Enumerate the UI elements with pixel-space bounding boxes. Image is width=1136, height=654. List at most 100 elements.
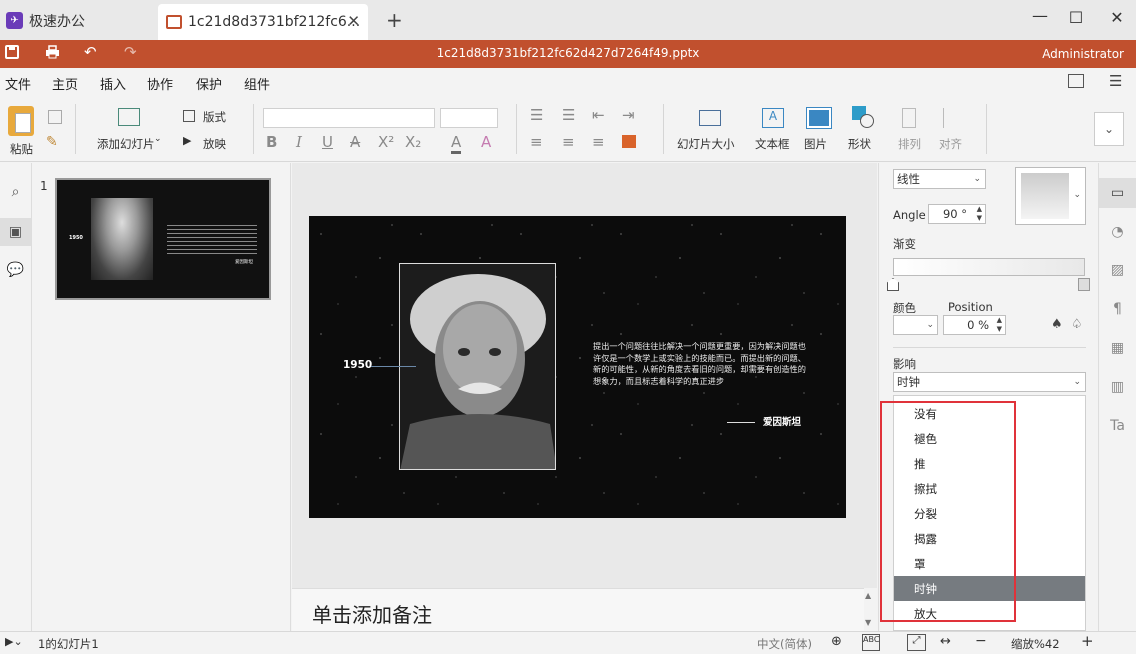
vertical-scrollbar[interactable]: ▲ ▼ (864, 588, 877, 631)
slides-panel-icon[interactable]: ▣ (0, 218, 31, 246)
language[interactable]: 中文(简体) (757, 636, 812, 652)
add-slide-label[interactable]: 添加幻灯片 (97, 136, 155, 152)
position-stepper-icon[interactable]: ▲ ▼ (997, 316, 1002, 334)
notes-placeholder[interactable]: 单击添加备注 (312, 599, 432, 628)
copy-icon[interactable] (48, 110, 62, 124)
highlight-icon[interactable]: A (481, 133, 491, 151)
menu-file[interactable]: 文件 (5, 74, 31, 93)
picture-label[interactable]: 图片 (804, 136, 827, 152)
shape-label[interactable]: 形状 (848, 136, 871, 152)
current-slide[interactable]: 1950 提出一个问题往往比解决一个问题更重要，因为解决问题也许仅是一个数学上或… (309, 216, 846, 518)
undo-icon[interactable]: ↶ (84, 43, 97, 61)
layout-icon[interactable] (183, 110, 195, 122)
search-icon[interactable]: ⌕ (0, 178, 31, 206)
comments-icon[interactable]: 💬 (0, 256, 31, 284)
remove-stop-icon[interactable]: ♤ (1071, 317, 1083, 332)
slideshow-icon[interactable]: ▶⌄ (5, 635, 23, 648)
text-art-settings-icon[interactable]: Ta (1099, 411, 1136, 441)
decrease-indent-icon[interactable]: ⇤ (592, 106, 605, 124)
number-list-icon[interactable]: ☰ (562, 106, 575, 124)
zoom-in-icon[interactable]: + (1081, 632, 1094, 650)
arrange-icon[interactable] (902, 108, 916, 128)
bullet-list-icon[interactable]: ☰ (530, 106, 543, 124)
superscript-icon[interactable]: X² (378, 133, 394, 151)
align-objects-icon[interactable] (943, 108, 963, 128)
italic-icon[interactable]: I (296, 133, 302, 151)
chevron-down-icon[interactable]: ⌄ (154, 134, 162, 144)
slide-size-icon[interactable] (699, 110, 721, 126)
arrange-label[interactable]: 排列 (898, 136, 921, 152)
slide-settings-icon[interactable]: ▭ (1099, 178, 1136, 208)
add-stop-icon[interactable]: ♠ (1051, 317, 1063, 332)
textbox-icon[interactable]: A (762, 108, 784, 128)
angle-stepper-icon[interactable]: ▲ ▼ (977, 205, 982, 223)
layout-label[interactable]: 版式 (203, 109, 226, 125)
strikethrough-icon[interactable]: A (350, 133, 360, 151)
shape-settings-icon[interactable]: ◔ (1099, 217, 1136, 247)
menu-protect[interactable]: 保护 (196, 74, 222, 93)
align-left-icon[interactable]: ≡ (530, 133, 543, 151)
minimize-button[interactable]: — (1025, 6, 1055, 25)
save-icon[interactable] (5, 45, 19, 63)
shape-fill-icon[interactable] (622, 135, 636, 148)
notes-panel[interactable]: 单击添加备注 (292, 588, 864, 631)
position-input[interactable]: 0 % ▲ ▼ (943, 315, 1006, 335)
menu-insert[interactable]: 插入 (100, 74, 126, 93)
bold-icon[interactable]: B (266, 133, 277, 151)
angle-input[interactable]: 90 ° ▲ ▼ (928, 204, 986, 224)
zoom-out-icon[interactable]: − (975, 633, 987, 649)
table-settings-icon[interactable]: ▦ (1099, 333, 1136, 363)
scroll-down-icon[interactable]: ▼ (865, 618, 871, 627)
tab-document[interactable]: 1c21d8d3731bf212fc6... ✕ (158, 4, 368, 40)
tab-home[interactable]: ✈ 极速办公 (0, 5, 150, 36)
gradient-preset-select[interactable]: ⌄ (1015, 167, 1086, 225)
color-picker[interactable]: ⌄ (893, 315, 938, 335)
fit-slide-icon[interactable]: ⤢ (907, 634, 926, 651)
paragraph-spacing-icon[interactable]: ≡ (592, 133, 605, 151)
picture-icon[interactable] (806, 107, 832, 129)
increase-indent-icon[interactable]: ⇥ (622, 106, 635, 124)
fit-width-icon[interactable]: ↔ (940, 634, 951, 649)
new-tab-button[interactable]: + (386, 8, 403, 32)
close-tab-icon[interactable]: ✕ (347, 12, 360, 30)
subscript-icon[interactable]: X₂ (405, 133, 421, 151)
slide-thumbnail[interactable]: 1950 爱因斯坦 (55, 178, 271, 300)
effect-select[interactable]: 时钟 ⌄ (893, 372, 1086, 392)
format-painter-icon[interactable]: ✎ (46, 134, 58, 150)
globe-icon[interactable]: ⊕ (831, 634, 842, 649)
gradient-bar[interactable] (893, 258, 1085, 276)
slide-author[interactable]: 爱因斯坦 (763, 414, 801, 428)
scroll-up-icon[interactable]: ▲ (865, 591, 871, 600)
maximize-button[interactable]: ☐ (1061, 8, 1091, 27)
fill-type-select[interactable]: 线性 ⌄ (893, 169, 986, 189)
collapse-ribbon-button[interactable]: ⌄ (1094, 112, 1124, 146)
add-slide-icon[interactable] (118, 108, 140, 126)
spellcheck-icon[interactable]: ABC (862, 634, 880, 651)
gradient-stop-right[interactable] (1078, 278, 1090, 291)
font-color-icon[interactable]: A (451, 133, 462, 154)
slide-size-label[interactable]: 幻灯片大小 (677, 136, 735, 152)
thumbnail-portrait (91, 198, 153, 280)
menu-home[interactable]: 主页 (52, 74, 79, 98)
slide-quote[interactable]: 提出一个问题往往比解决一个问题更重要，因为解决问题也许仅是一个数学上或实验上的技… (593, 341, 808, 387)
align-label[interactable]: 对齐 (939, 136, 962, 152)
font-size-select[interactable] (440, 108, 498, 128)
open-location-icon[interactable] (1068, 74, 1084, 88)
menu-components[interactable]: 组件 (244, 74, 270, 93)
close-window-button[interactable]: ✕ (1102, 8, 1132, 27)
line-spacing-icon[interactable]: ≡ (562, 133, 575, 151)
paste-icon[interactable] (8, 106, 34, 136)
font-family-select[interactable] (263, 108, 435, 128)
image-settings-icon[interactable]: ▨ (1099, 255, 1136, 285)
einstein-portrait[interactable] (399, 263, 556, 470)
underline-icon[interactable]: U (322, 133, 333, 151)
redo-icon[interactable]: ↷ (124, 43, 137, 61)
play-icon[interactable]: ▶ (183, 134, 191, 147)
play-label[interactable]: 放映 (203, 136, 226, 152)
menu-collaborate[interactable]: 协作 (147, 74, 173, 93)
chart-settings-icon[interactable]: ▥ (1099, 372, 1136, 402)
hamburger-menu-icon[interactable]: ☰ (1109, 72, 1122, 90)
paragraph-settings-icon[interactable]: ¶ (1099, 294, 1136, 324)
textbox-label[interactable]: 文本框 (755, 136, 790, 152)
print-icon[interactable] (45, 45, 60, 63)
